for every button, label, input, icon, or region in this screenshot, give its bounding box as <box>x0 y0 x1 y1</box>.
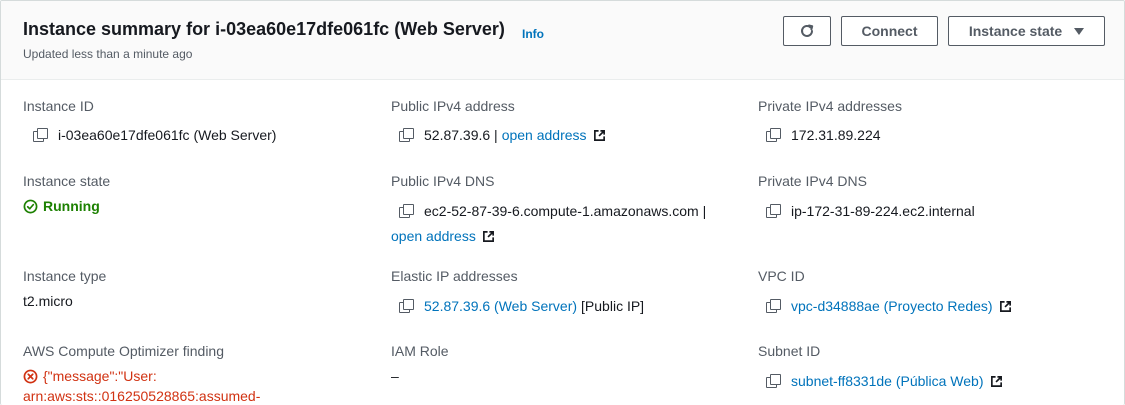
public-ipv4-label: Public IPv4 address <box>391 98 515 114</box>
instance-id-label: Instance ID <box>23 98 94 114</box>
elastic-ip-link[interactable]: 52.87.39.6 (Web Server) <box>424 298 577 314</box>
instance-state-dropdown[interactable]: Instance state <box>948 16 1105 46</box>
private-dns-value: ip-172-31-89-224.ec2.internal <box>766 203 975 219</box>
private-dns-label: Private IPv4 DNS <box>758 173 867 189</box>
instance-id-value: i-03ea60e17dfe061fc (Web Server) <box>33 127 276 143</box>
instance-type-label: Instance type <box>23 268 107 284</box>
panel-header: Instance summary for i-03ea60e17dfe061fc… <box>1 1 1124 80</box>
public-ipv4-text: 52.87.39.6 | <box>424 127 498 143</box>
subnet-id-label: Subnet ID <box>758 343 821 359</box>
instance-summary-panel: Instance summary for i-03ea60e17dfe061fc… <box>0 0 1125 405</box>
instance-state-dropdown-label: Instance state <box>968 23 1063 39</box>
private-ipv4-label: Private IPv4 addresses <box>758 98 902 114</box>
external-link-icon[interactable] <box>999 300 1012 313</box>
connect-button[interactable]: Connect <box>841 16 938 46</box>
optimizer-label: AWS Compute Optimizer finding <box>23 343 224 359</box>
private-ipv4-text: 172.31.89.224 <box>791 127 881 143</box>
public-dns-open-link[interactable]: open address <box>391 228 476 244</box>
optimizer-error: {"message":"User: arn:aws:sts::016250528… <box>23 368 260 404</box>
vpc-id-link[interactable]: vpc-d34888ae (Proyecto Redes) <box>791 298 993 314</box>
refresh-icon <box>801 24 814 37</box>
public-ipv4-open-link[interactable]: open address <box>502 127 587 143</box>
elastic-ip-label: Elastic IP addresses <box>391 268 518 284</box>
public-dns-label: Public IPv4 DNS <box>391 173 495 189</box>
error-circle-icon <box>23 369 38 384</box>
optimizer-error-line2: arn:aws:sts::016250528865:assumed- <box>23 388 261 404</box>
caret-down-icon <box>1074 28 1085 35</box>
copy-icon[interactable] <box>33 128 48 142</box>
external-link-icon[interactable] <box>593 129 606 142</box>
copy-icon[interactable] <box>399 128 414 142</box>
instance-state-status: Running <box>23 198 100 214</box>
copy-icon[interactable] <box>399 299 414 313</box>
public-ipv4-value: 52.87.39.6 | open address <box>399 127 606 143</box>
external-link-icon[interactable] <box>482 230 495 243</box>
copy-icon[interactable] <box>399 204 414 218</box>
public-dns-value: ec2-52-87-39-6.compute-1.amazonaws.com | <box>399 203 706 219</box>
subnet-id-value: subnet-ff8331de (Pública Web) <box>766 373 1003 389</box>
subnet-id-link[interactable]: subnet-ff8331de (Pública Web) <box>791 373 984 389</box>
private-dns-text: ip-172-31-89-224.ec2.internal <box>791 203 975 219</box>
refresh-button[interactable] <box>783 16 831 46</box>
vpc-id-value: vpc-d34888ae (Proyecto Redes) <box>766 298 1012 314</box>
copy-icon[interactable] <box>766 204 781 218</box>
last-updated-text: Updated less than a minute ago <box>23 47 193 61</box>
elastic-ip-suffix: [Public IP] <box>581 298 645 314</box>
copy-icon[interactable] <box>766 374 781 388</box>
optimizer-error-line1: {"message":"User: <box>43 368 157 384</box>
iam-role-value: – <box>391 368 399 384</box>
instance-id-text: i-03ea60e17dfe061fc (Web Server) <box>58 127 277 143</box>
check-circle-icon <box>23 199 38 213</box>
external-link-icon[interactable] <box>990 375 1003 388</box>
info-link[interactable]: Info <box>522 27 544 41</box>
instance-state-label: Instance state <box>23 173 111 189</box>
public-dns-link-row: open address <box>391 228 495 244</box>
vpc-id-label: VPC ID <box>758 268 805 284</box>
copy-icon[interactable] <box>766 299 781 313</box>
instance-state-text: Running <box>43 198 100 214</box>
iam-role-label: IAM Role <box>391 343 449 359</box>
public-dns-text: ec2-52-87-39-6.compute-1.amazonaws.com | <box>424 203 707 219</box>
copy-icon[interactable] <box>766 128 781 142</box>
page-title: Instance summary for i-03ea60e17dfe061fc… <box>23 19 505 39</box>
instance-type-value: t2.micro <box>23 293 73 309</box>
private-ipv4-value: 172.31.89.224 <box>766 127 881 143</box>
elastic-ip-value: 52.87.39.6 (Web Server) [Public IP] <box>399 298 644 314</box>
